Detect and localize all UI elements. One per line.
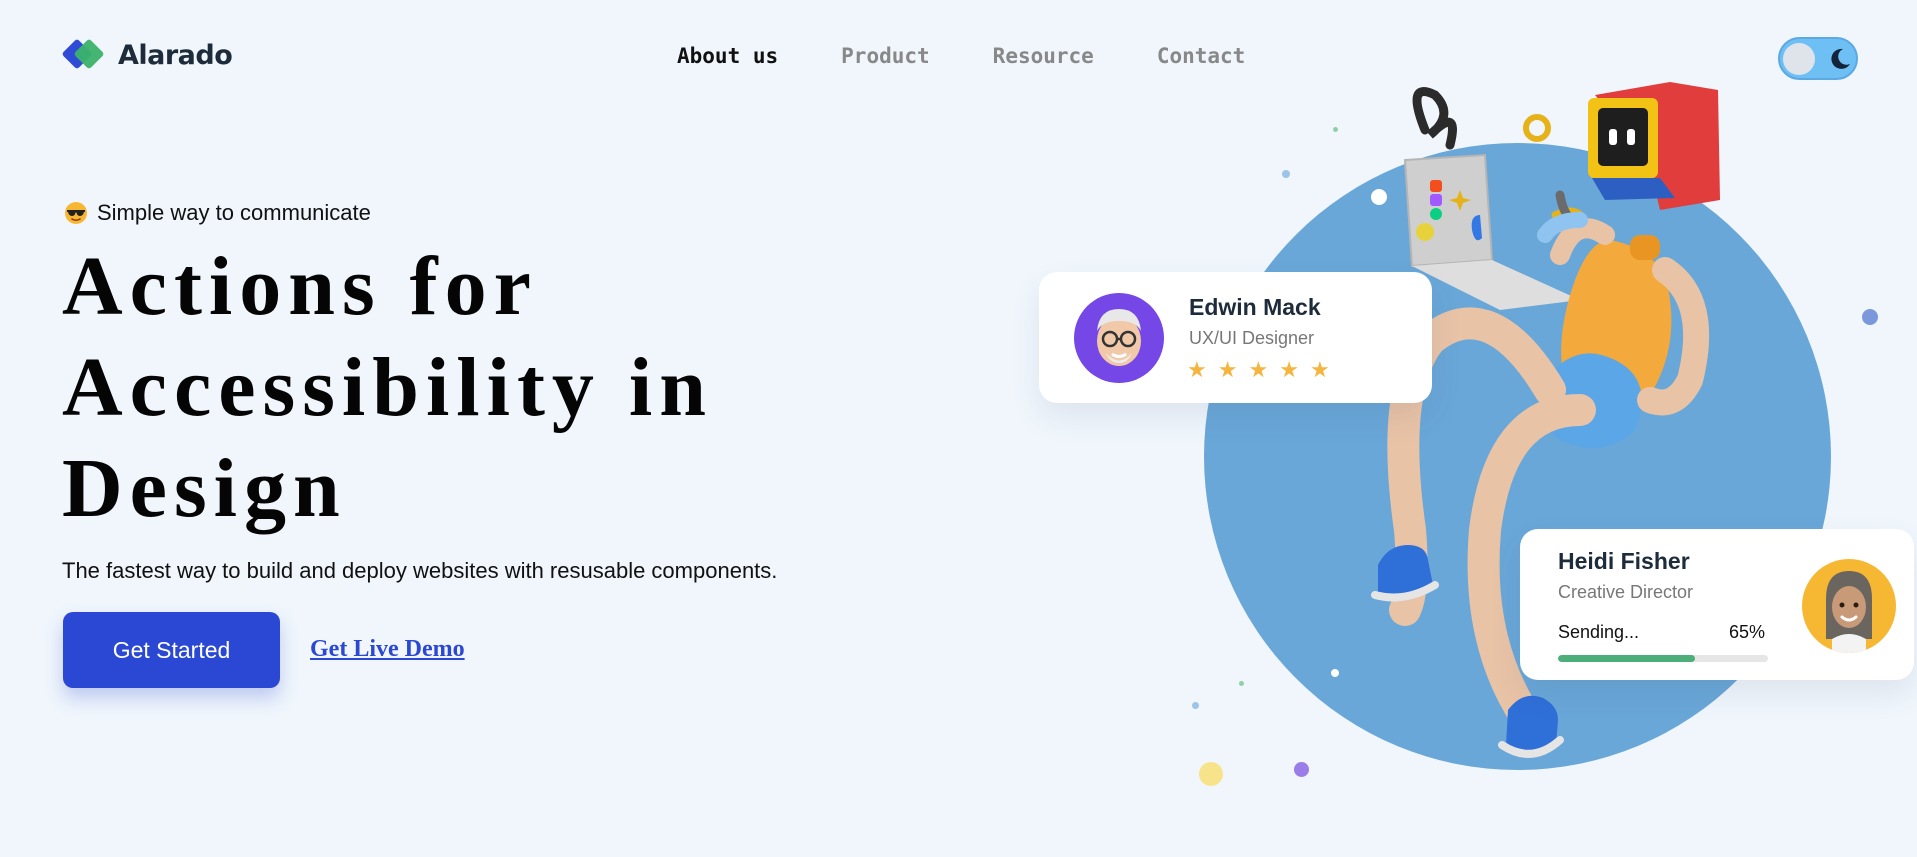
star-icon: ★ xyxy=(1217,358,1238,383)
nav-contact[interactable]: Contact xyxy=(1157,44,1246,68)
hero-headline: Actions for Accessibility in Design xyxy=(62,236,862,539)
moon-icon xyxy=(1831,48,1850,69)
star-icon: ★ xyxy=(1187,358,1207,383)
sending-status: Sending... xyxy=(1558,622,1640,642)
brand-name: Alarado xyxy=(118,39,233,71)
get-live-demo-link[interactable]: Get Live Demo xyxy=(310,636,465,663)
progress-percent: 65% xyxy=(1729,622,1766,642)
heidi-name: Heidi Fisher xyxy=(1558,548,1690,574)
nav-resource[interactable]: Resource xyxy=(993,44,1094,68)
toggle-knob xyxy=(1783,43,1815,75)
get-started-button[interactable]: Get Started xyxy=(63,612,280,688)
progress-bar-fill xyxy=(1558,655,1695,662)
headline-line-1: Actions for xyxy=(62,240,538,333)
star-icon: ★ xyxy=(1248,358,1269,383)
hero-subtext: The fastest way to build and deploy webs… xyxy=(62,558,778,583)
main-nav: About us Product Resource Contact xyxy=(677,44,1245,68)
nav-about-us[interactable]: About us xyxy=(677,44,778,68)
headline-line-2: Accessibility in xyxy=(62,341,713,434)
tagline-text: Simple way to communicate xyxy=(97,200,371,225)
heidi-role: Creative Director xyxy=(1558,582,1694,602)
avatar-heidi xyxy=(1802,559,1896,653)
star-icon: ★ xyxy=(1279,358,1299,383)
decor-dot xyxy=(1239,681,1244,686)
testimonial-card-edwin: Edwin Mack UX/UI Designer ★ ★ ★ ★ ★ xyxy=(1039,272,1432,403)
character-illustration xyxy=(1371,82,1720,758)
decor-dot xyxy=(1294,762,1309,777)
edwin-role: UX/UI Designer xyxy=(1189,328,1315,348)
brand-logo[interactable]: Alarado xyxy=(61,38,233,72)
status-card-heidi: Heidi Fisher Creative Director Sending..… xyxy=(1520,529,1914,680)
sunglasses-emoji-icon xyxy=(65,202,87,224)
star-icon: ★ xyxy=(1309,358,1330,383)
decor-dot xyxy=(1199,762,1223,786)
avatar-edwin xyxy=(1074,293,1164,383)
rating-stars: ★ ★ ★ ★ ★ xyxy=(1187,360,1330,382)
memoji-man-icon xyxy=(1097,309,1141,366)
decor-dot xyxy=(1282,170,1290,178)
edwin-name: Edwin Mack xyxy=(1189,294,1321,320)
nav-product[interactable]: Product xyxy=(841,44,930,68)
logo-diamond-icon xyxy=(61,38,105,72)
progress-bar xyxy=(1558,655,1768,662)
headline-line-3: Design xyxy=(62,442,347,535)
hero-tagline: Simple way to communicate xyxy=(64,200,371,226)
memoji-woman-icon xyxy=(1826,571,1872,653)
theme-toggle[interactable] xyxy=(1778,37,1858,80)
decor-dot xyxy=(1192,702,1199,709)
decor-dot xyxy=(1862,309,1878,325)
